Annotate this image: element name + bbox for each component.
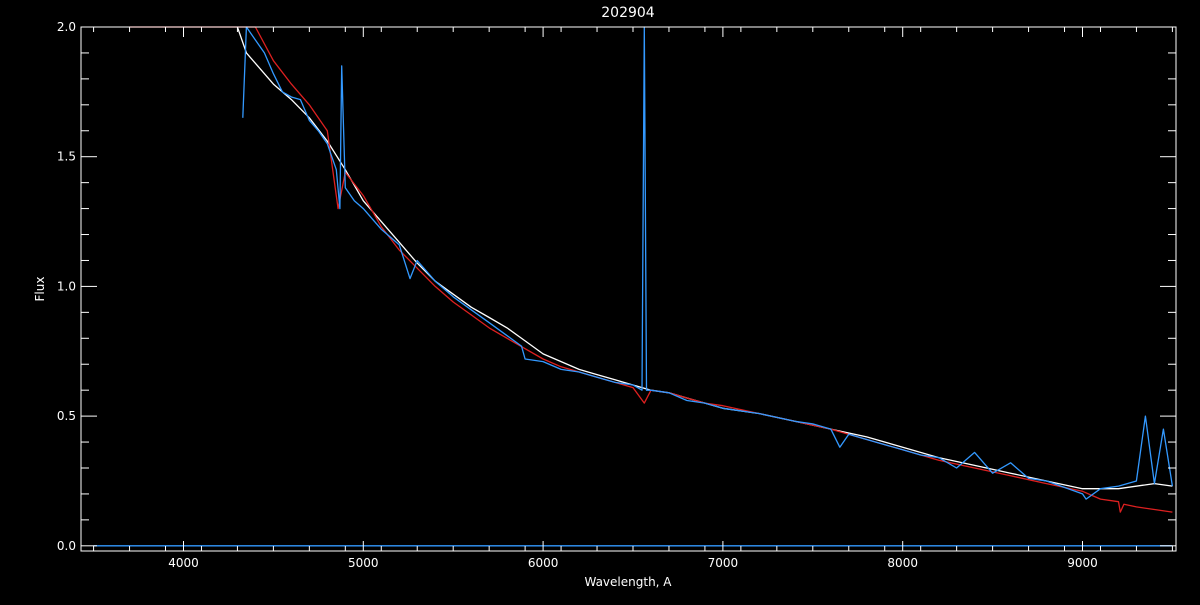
chart-title: 202904 <box>601 5 655 21</box>
chart-background <box>0 0 1200 600</box>
y-tick-label: 0.0 <box>57 539 76 553</box>
chart-svg: 4000 5000 6000 7000 8000 90000.00.51.01.52.0 … <box>0 0 1200 600</box>
x-tick-label: 4000 <box>168 556 199 570</box>
spectrum-chart: 4000 5000 6000 7000 8000 9000 0.0 0.5 1.0 1.5 2.0 … <box>0 0 1200 600</box>
x-tick-label: 5000 <box>348 556 379 570</box>
y-tick-label: 1.5 <box>57 150 76 164</box>
y-axis-label: Flux <box>33 277 47 302</box>
y-tick-label: 0.5 <box>57 409 76 423</box>
x-tick-label: 8000 <box>887 556 918 570</box>
y-tick-label: 2.0 <box>57 20 76 34</box>
y-tick-label: 1.0 <box>57 279 76 293</box>
x-tick-label: 6000 <box>528 556 559 570</box>
x-tick-label: 7000 <box>708 556 739 570</box>
x-axis-label: Wavelength, A <box>584 575 672 589</box>
x-tick-label: 9000 <box>1067 556 1098 570</box>
